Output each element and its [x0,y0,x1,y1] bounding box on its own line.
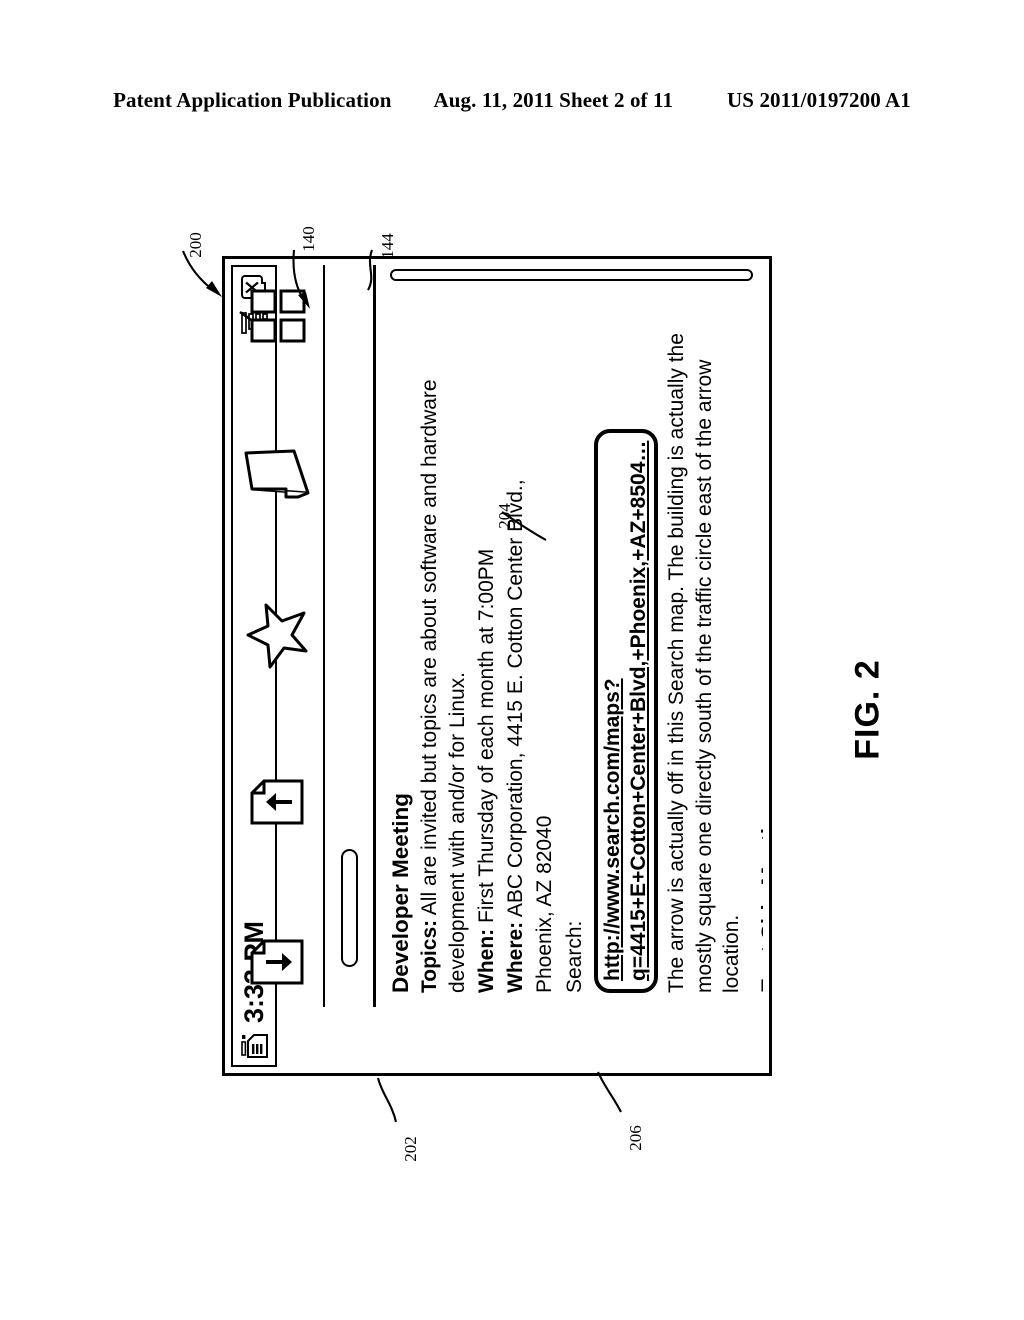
figure-2: 3:33 PM Developer Meeting Topics: All ar… [0,0,1024,1320]
reference-numeral-144: 144 [377,233,397,259]
reference-numeral-140: 140 [298,226,318,252]
reference-numeral-200: 200 [185,232,205,258]
reference-numeral-206: 206 [625,1125,645,1151]
figure-caption: FIG. 2 [848,659,887,760]
reference-numeral-204: 204 [494,503,514,529]
reference-numeral-202: 202 [400,1136,420,1162]
